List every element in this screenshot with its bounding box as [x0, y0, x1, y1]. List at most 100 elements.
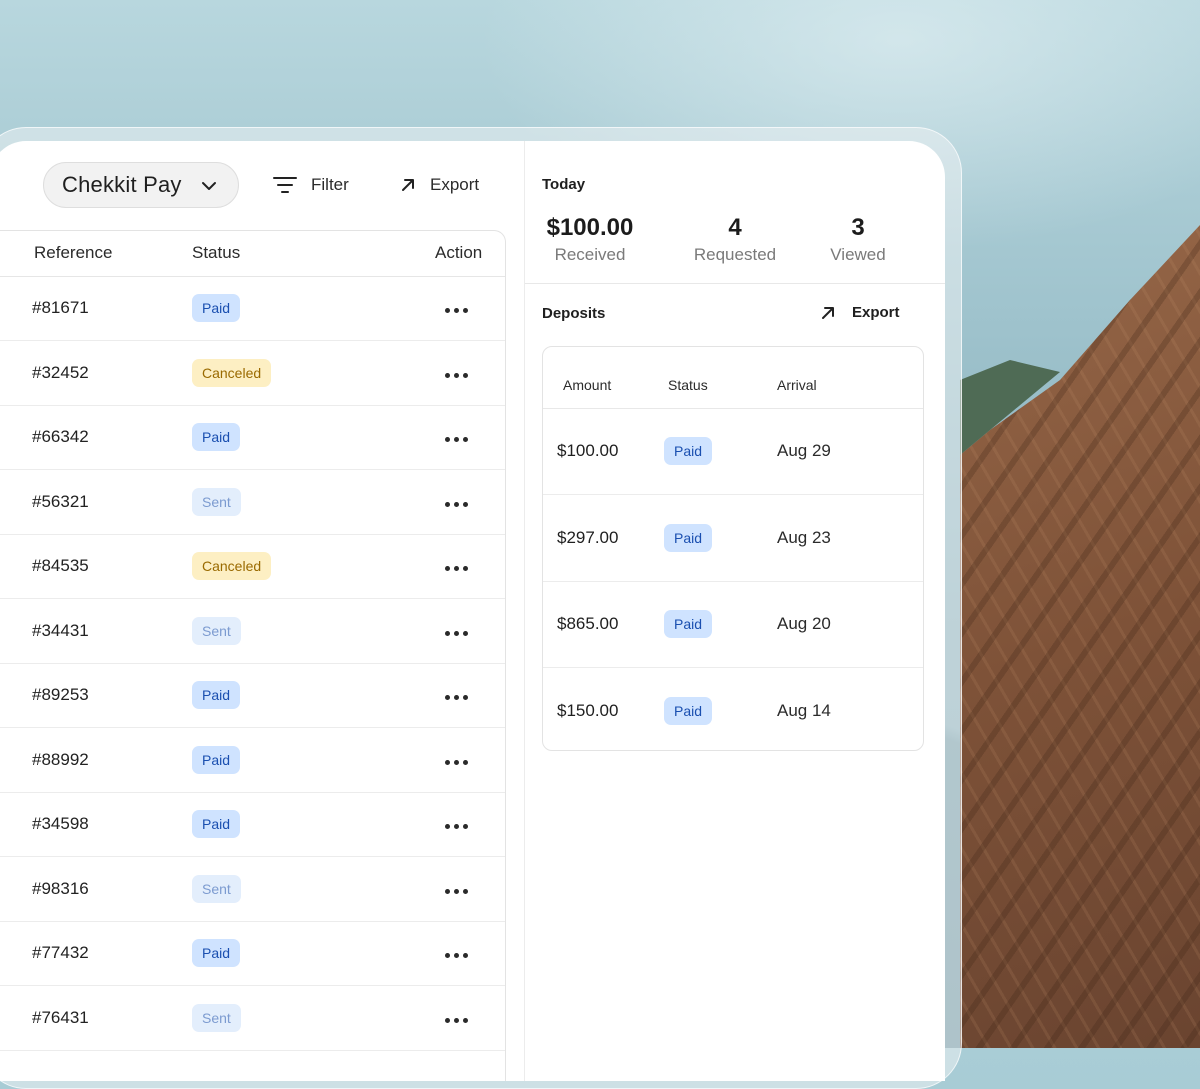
app-panel: Chekkit Pay Filter Export Reference Stat… — [0, 141, 945, 1081]
more-horizontal-icon[interactable] — [445, 881, 475, 895]
reference-cell: #76431 — [32, 1007, 89, 1027]
more-horizontal-icon[interactable] — [445, 623, 475, 637]
deposit-row[interactable]: $297.00 Paid Aug 23 — [543, 495, 923, 582]
more-horizontal-icon[interactable] — [445, 1010, 475, 1024]
table-row[interactable]: #34598 Paid — [0, 792, 505, 857]
status-badge: Paid — [192, 939, 241, 967]
status-badge: Paid — [664, 523, 713, 552]
more-horizontal-icon[interactable] — [445, 558, 475, 572]
reference-cell: #66342 — [32, 427, 89, 446]
chevron-down-icon — [202, 182, 216, 190]
table-row[interactable]: #88992 Paid — [0, 728, 505, 793]
more-horizontal-icon[interactable] — [445, 687, 475, 701]
header-reference: Reference — [34, 243, 113, 262]
status-badge: Paid — [664, 437, 713, 465]
today-title: Today — [542, 176, 586, 193]
arrow-up-right-icon — [402, 179, 414, 191]
status-badge: Sent — [192, 616, 241, 645]
table-row[interactable]: #84535 Canceled — [0, 534, 505, 599]
more-horizontal-icon[interactable] — [445, 945, 475, 959]
reference-cell: #77432 — [32, 943, 89, 962]
header-arrival: Arrival — [777, 377, 817, 393]
filter-icon — [273, 177, 297, 193]
more-horizontal-icon[interactable] — [445, 365, 475, 379]
stat-requested-value: 4 — [728, 214, 742, 241]
table-row[interactable]: #32452 Canceled — [0, 341, 505, 406]
account-select-label: Chekkit Pay — [62, 172, 182, 197]
stat-viewed-label: Viewed — [830, 245, 886, 264]
reference-cell: #34431 — [32, 620, 89, 640]
header-amount: Amount — [563, 377, 612, 393]
status-badge: Sent — [192, 874, 241, 903]
table-row[interactable]: #81671 Paid — [0, 276, 505, 341]
reference-cell: #81671 — [32, 298, 89, 317]
payments-section: Chekkit Pay Filter Export Reference Stat… — [0, 141, 525, 1081]
status-badge: Paid — [192, 294, 241, 322]
status-badge: Paid — [664, 610, 713, 638]
stat-requested-label: Requested — [693, 245, 777, 264]
arrow-up-right-icon — [822, 306, 834, 319]
status-badge: Paid — [192, 423, 241, 451]
table-row[interactable]: #76431 Sent — [0, 986, 505, 1051]
table-row[interactable]: #77432 Paid — [0, 921, 505, 986]
more-horizontal-icon[interactable] — [445, 429, 475, 443]
summary-section: Today $100.00 Received 4 Requested 3 Vie… — [525, 141, 945, 1081]
reference-cell: #32452 — [32, 362, 89, 382]
deposit-row[interactable]: $150.00 Paid Aug 14 — [543, 668, 923, 751]
reference-cell: #56321 — [32, 491, 89, 511]
filter-button[interactable]: Filter — [273, 171, 349, 199]
status-badge: Paid — [192, 810, 241, 838]
stat-received-value: $100.00 — [546, 214, 634, 241]
deposit-arrival: Aug 23 — [777, 527, 831, 547]
stat-viewed-value: 3 — [851, 214, 865, 241]
export-label: Export — [430, 175, 480, 194]
status-badge: Canceled — [192, 552, 272, 580]
stat-received: $100.00 Received — [542, 213, 638, 267]
table-row[interactable]: #98316 Sent — [0, 857, 505, 922]
deposit-arrival: Aug 29 — [777, 441, 831, 460]
more-horizontal-icon[interactable] — [445, 752, 475, 766]
header-action: Action — [435, 243, 483, 262]
more-horizontal-icon[interactable] — [445, 300, 475, 314]
filter-label: Filter — [311, 175, 349, 194]
reference-cell: #34598 — [32, 814, 89, 833]
deposit-arrival: Aug 14 — [777, 700, 831, 720]
deposit-amount: $100.00 — [557, 441, 619, 460]
status-badge: Sent — [192, 487, 241, 516]
header-status: Status — [192, 243, 241, 262]
reference-cell: #84535 — [32, 556, 89, 575]
deposit-amount: $865.00 — [557, 614, 619, 633]
reference-cell: #98316 — [32, 878, 89, 898]
table-row[interactable]: #66342 Paid — [0, 405, 505, 470]
stat-viewed: 3 Viewed — [823, 213, 893, 267]
table-row[interactable]: #34431 Sent — [0, 599, 505, 664]
table-header: Reference Status Action — [0, 231, 505, 277]
deposits-table-header: Amount Status Arrival — [543, 347, 923, 409]
deposits-export-button[interactable]: Export — [820, 304, 900, 321]
stat-requested: 4 Requested — [687, 213, 783, 267]
export-button[interactable]: Export — [400, 171, 479, 199]
payments-table: Reference Status Action #81671 Paid #32452… — [0, 230, 506, 1081]
deposit-amount: $150.00 — [557, 700, 619, 720]
more-horizontal-icon[interactable] — [445, 816, 475, 830]
deposits-title: Deposits — [542, 305, 606, 322]
status-badge: Canceled — [192, 358, 272, 387]
deposits-export-label: Export — [852, 304, 900, 321]
reference-cell: #88992 — [32, 749, 89, 769]
deposit-arrival: Aug 20 — [777, 614, 831, 633]
account-select[interactable]: Chekkit Pay — [43, 162, 239, 208]
table-row[interactable]: #89253 Paid — [0, 663, 505, 728]
deposit-row[interactable]: $100.00 Paid Aug 29 — [543, 408, 923, 495]
more-horizontal-icon[interactable] — [445, 494, 475, 508]
status-badge: Paid — [664, 696, 713, 725]
table-row[interactable]: #56321 Sent — [0, 470, 505, 535]
toolbar: Chekkit Pay Filter Export — [0, 141, 524, 231]
reference-cell: #89253 — [32, 685, 89, 704]
status-badge: Paid — [192, 745, 241, 774]
status-badge: Paid — [192, 681, 241, 709]
deposit-row[interactable]: $865.00 Paid Aug 20 — [543, 581, 923, 668]
deposit-amount: $297.00 — [557, 527, 619, 547]
section-divider — [525, 283, 945, 284]
stat-received-label: Received — [554, 245, 626, 264]
status-badge: Sent — [192, 1003, 241, 1032]
